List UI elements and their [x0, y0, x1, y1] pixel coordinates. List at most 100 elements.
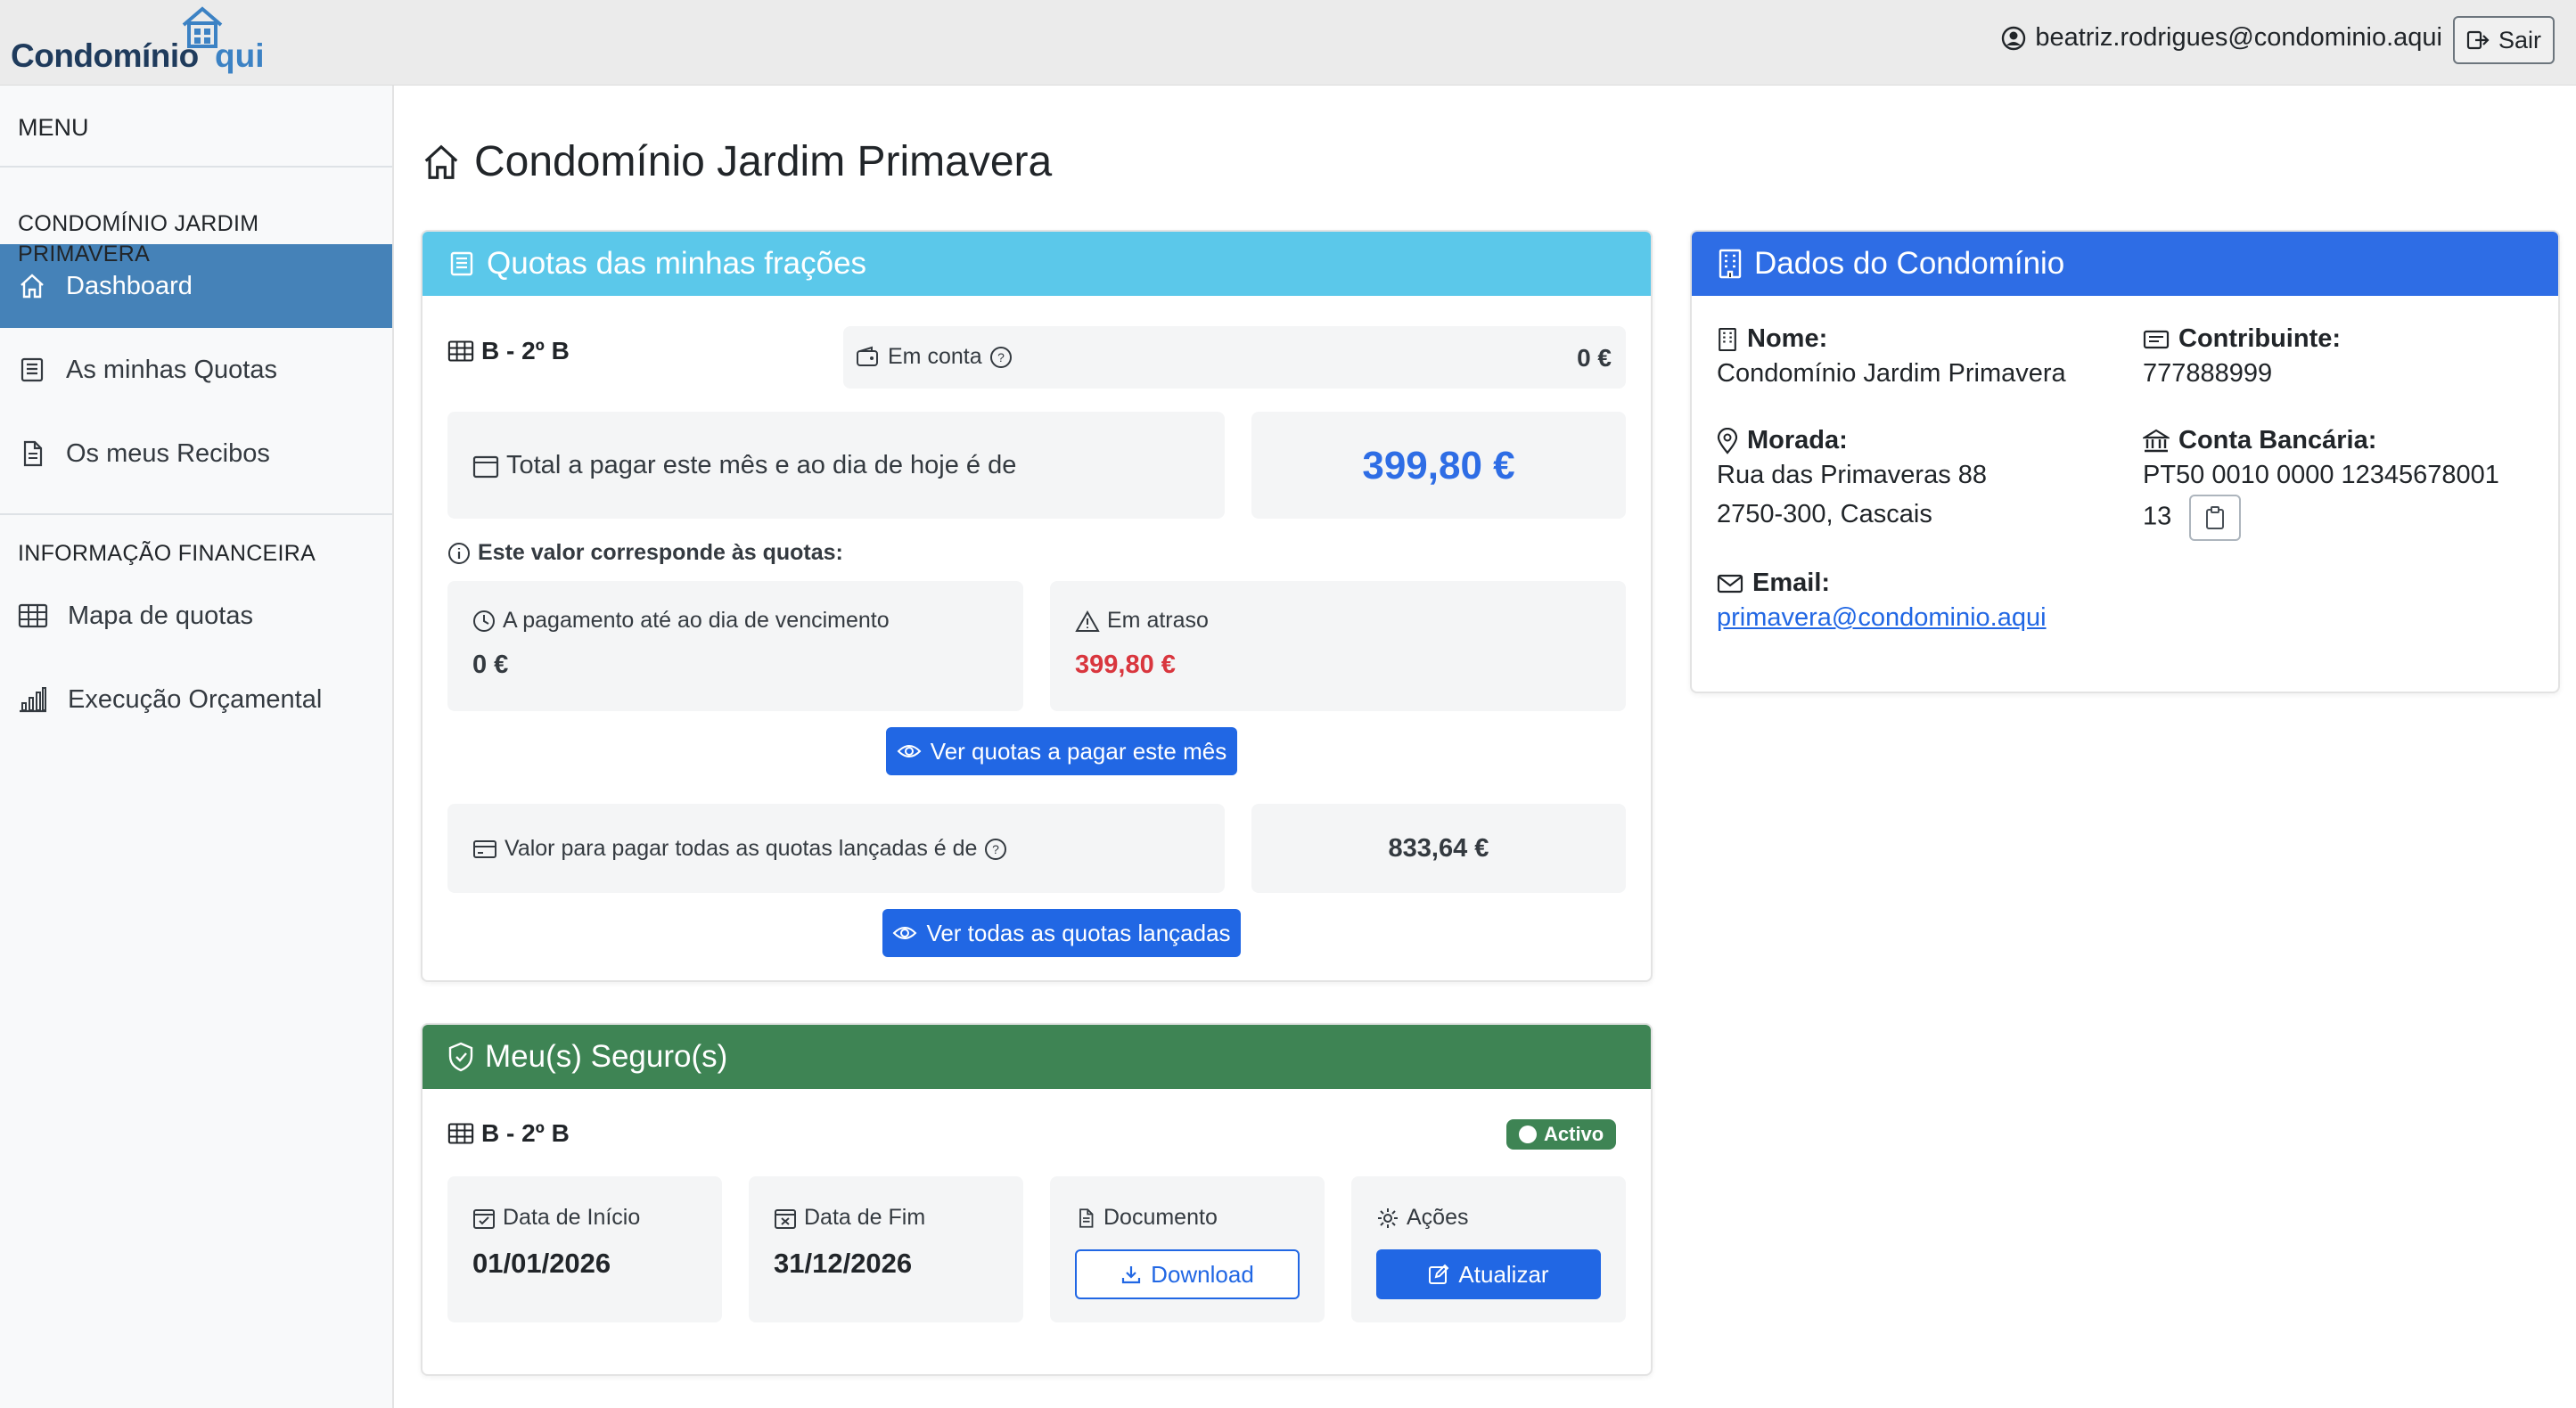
todas-text: Valor para pagar todas as quotas lançada…: [505, 836, 978, 861]
seguros-card-title: Meu(s) Seguro(s): [485, 1039, 728, 1074]
seguros-card: Meu(s) Seguro(s) B - 2º B Activo Data de…: [421, 1023, 1653, 1376]
em-atraso-value: 399,80 €: [1075, 651, 1176, 679]
todas-value: 833,64 €: [1388, 834, 1489, 863]
logout-button[interactable]: Sair: [2453, 16, 2555, 64]
ver-todas-quotas-button[interactable]: Ver todas as quotas lançadas: [882, 909, 1241, 957]
atualizar-label: Atualizar: [1458, 1260, 1549, 1288]
shield-icon: [448, 1042, 473, 1072]
em-conta-box: Em conta ? 0 €: [843, 326, 1626, 389]
email-link[interactable]: primavera@condominio.aqui: [1717, 603, 2047, 632]
ver-quotas-mes-label: Ver quotas a pagar este mês: [930, 737, 1227, 765]
sidebar-item-label: Dashboard: [66, 271, 193, 300]
calendar-x-icon: [775, 1208, 796, 1229]
dados-card-title: Dados do Condomínio: [1754, 246, 2065, 281]
todas-label: Valor para pagar todas as quotas lançada…: [472, 836, 1007, 862]
sidebar-item-execucao-orcamental[interactable]: Execução Orçamental: [0, 658, 392, 741]
a-pagamento-value: 0 €: [472, 651, 509, 679]
sidebar-item-meus-recibos[interactable]: Os meus Recibos: [0, 412, 392, 495]
envelope-icon: [1717, 574, 1743, 593]
data-inicio-text: Data de Início: [503, 1205, 641, 1230]
contribuinte-value: 777888999: [2143, 359, 2273, 388]
calendar-check-icon: [473, 1208, 495, 1229]
help-icon[interactable]: ?: [984, 838, 1007, 861]
email-label-text: Email:: [1752, 569, 1831, 597]
conta-label-text: Conta Bancária:: [2178, 426, 2377, 454]
user-circle-icon: [2002, 26, 2026, 50]
table-icon: [18, 603, 48, 628]
email-field: Email: primavera@condominio.aqui: [1717, 569, 2047, 637]
seguro-fraction-label: B - 2º B: [447, 1119, 570, 1148]
logout-icon: [2466, 30, 2490, 50]
building-icon: [1719, 327, 1736, 351]
conta-bancaria-field: Conta Bancária: PT50 0010 0000 123456780…: [2143, 426, 2499, 541]
total-value: 399,80 €: [1362, 444, 1515, 487]
file-icon: [1079, 1207, 1094, 1228]
help-icon[interactable]: ?: [989, 346, 1013, 369]
morada-line2: 2750-300, Cascais: [1717, 500, 1932, 528]
em-conta-label: Em conta ?: [856, 344, 1013, 370]
receipt-icon: [21, 357, 44, 382]
todas-box: Valor para pagar todas as quotas lançada…: [447, 804, 1225, 893]
acoes-text: Ações: [1407, 1205, 1469, 1230]
warning-icon: [1075, 610, 1100, 632]
status-badge: Activo: [1506, 1119, 1617, 1150]
total-value-box: 399,80 €: [1251, 412, 1626, 519]
sidebar-item-minhas-quotas[interactable]: As minhas Quotas: [0, 328, 392, 412]
fraction-label: B - 2º B: [447, 337, 570, 365]
seguro-fraction-name: B - 2º B: [481, 1119, 570, 1147]
a-pagamento-box: A pagamento até ao dia de vencimento 0 €: [447, 581, 1023, 711]
acoes-box: Ações Atualizar: [1351, 1176, 1626, 1322]
svg-text:?: ?: [997, 350, 1005, 364]
total-text: Total a pagar este mês e ao dia de hoje …: [506, 451, 1017, 479]
data-fim-box: Data de Fim 31/12/2026: [749, 1176, 1023, 1322]
nome-label: Nome:: [1717, 324, 2066, 354]
data-fim-value: 31/12/2026: [774, 1248, 913, 1279]
sidebar-item-label: As minhas Quotas: [66, 355, 277, 384]
main-content: Condomínio Jardim Primavera Quotas das m…: [394, 86, 2576, 1408]
info-icon: [448, 542, 470, 564]
morada-field: Morada: Rua das Primaveras 88 2750-300, …: [1717, 426, 1987, 534]
em-atraso-label: Em atraso: [1075, 608, 1209, 634]
sidebar-item-label: Execução Orçamental: [68, 684, 323, 714]
building-icon: [1719, 249, 1742, 279]
contribuinte-label: Contribuinte:: [2143, 324, 2341, 354]
logo-text-accent: qui: [215, 37, 265, 74]
sidebar-item-label: Os meus Recibos: [66, 438, 270, 468]
menu-title: MENU: [0, 86, 392, 168]
table-icon: [447, 1123, 474, 1144]
sidebar-section-financeira: INFORMAÇÃO FINANCEIRA: [18, 541, 316, 566]
bank-icon: [2143, 429, 2170, 452]
wallet-icon: [857, 346, 878, 366]
a-pagamento-text: A pagamento até ao dia de vencimento: [503, 608, 890, 633]
conta-line1: PT50 0010 0000 12345678001: [2143, 461, 2499, 489]
home-icon: [424, 144, 458, 179]
download-icon: [1122, 1266, 1141, 1284]
edit-icon: [1429, 1264, 1449, 1284]
user-account[interactable]: beatriz.rodrigues@condominio.aqui: [2001, 23, 2442, 53]
dados-condominio-card: Dados do Condomínio Nome: Condomínio Jar…: [1690, 230, 2560, 693]
svg-text:?: ?: [993, 842, 1000, 856]
bar-chart-icon: [20, 687, 46, 713]
ver-quotas-mes-button[interactable]: Ver quotas a pagar este mês: [886, 727, 1237, 775]
quotas-card: Quotas das minhas frações B - 2º B Em co…: [421, 230, 1653, 982]
sidebar-item-mapa-quotas[interactable]: Mapa de quotas: [0, 574, 392, 658]
contribuinte-label-text: Contribuinte:: [2178, 324, 2342, 353]
seguros-card-header: Meu(s) Seguro(s): [422, 1025, 1651, 1089]
acoes-label: Ações: [1376, 1205, 1468, 1231]
em-conta-text: Em conta: [888, 344, 982, 369]
logo[interactable]: Condomínio qui: [11, 5, 269, 80]
file-icon: [23, 440, 43, 467]
contribuinte-field: Contribuinte: 777888999: [2143, 324, 2341, 393]
clipboard-icon: [2206, 506, 2225, 529]
gear-icon: [1378, 1207, 1398, 1228]
total-box: Total a pagar este mês e ao dia de hoje …: [447, 412, 1225, 519]
status-badge-text: Activo: [1544, 1123, 1604, 1145]
sidebar: MENU CONDOMÍNIO JARDIM PRIMAVERA Dashboa…: [0, 86, 394, 1408]
data-inicio-box: Data de Início 01/01/2026: [447, 1176, 722, 1322]
table-icon: [447, 340, 474, 362]
copy-iban-button[interactable]: [2189, 495, 2242, 541]
atualizar-button[interactable]: Atualizar: [1376, 1249, 1601, 1299]
download-button[interactable]: Download: [1075, 1249, 1300, 1299]
nome-label-text: Nome:: [1747, 324, 1828, 353]
morada-label: Morada:: [1717, 426, 1987, 455]
